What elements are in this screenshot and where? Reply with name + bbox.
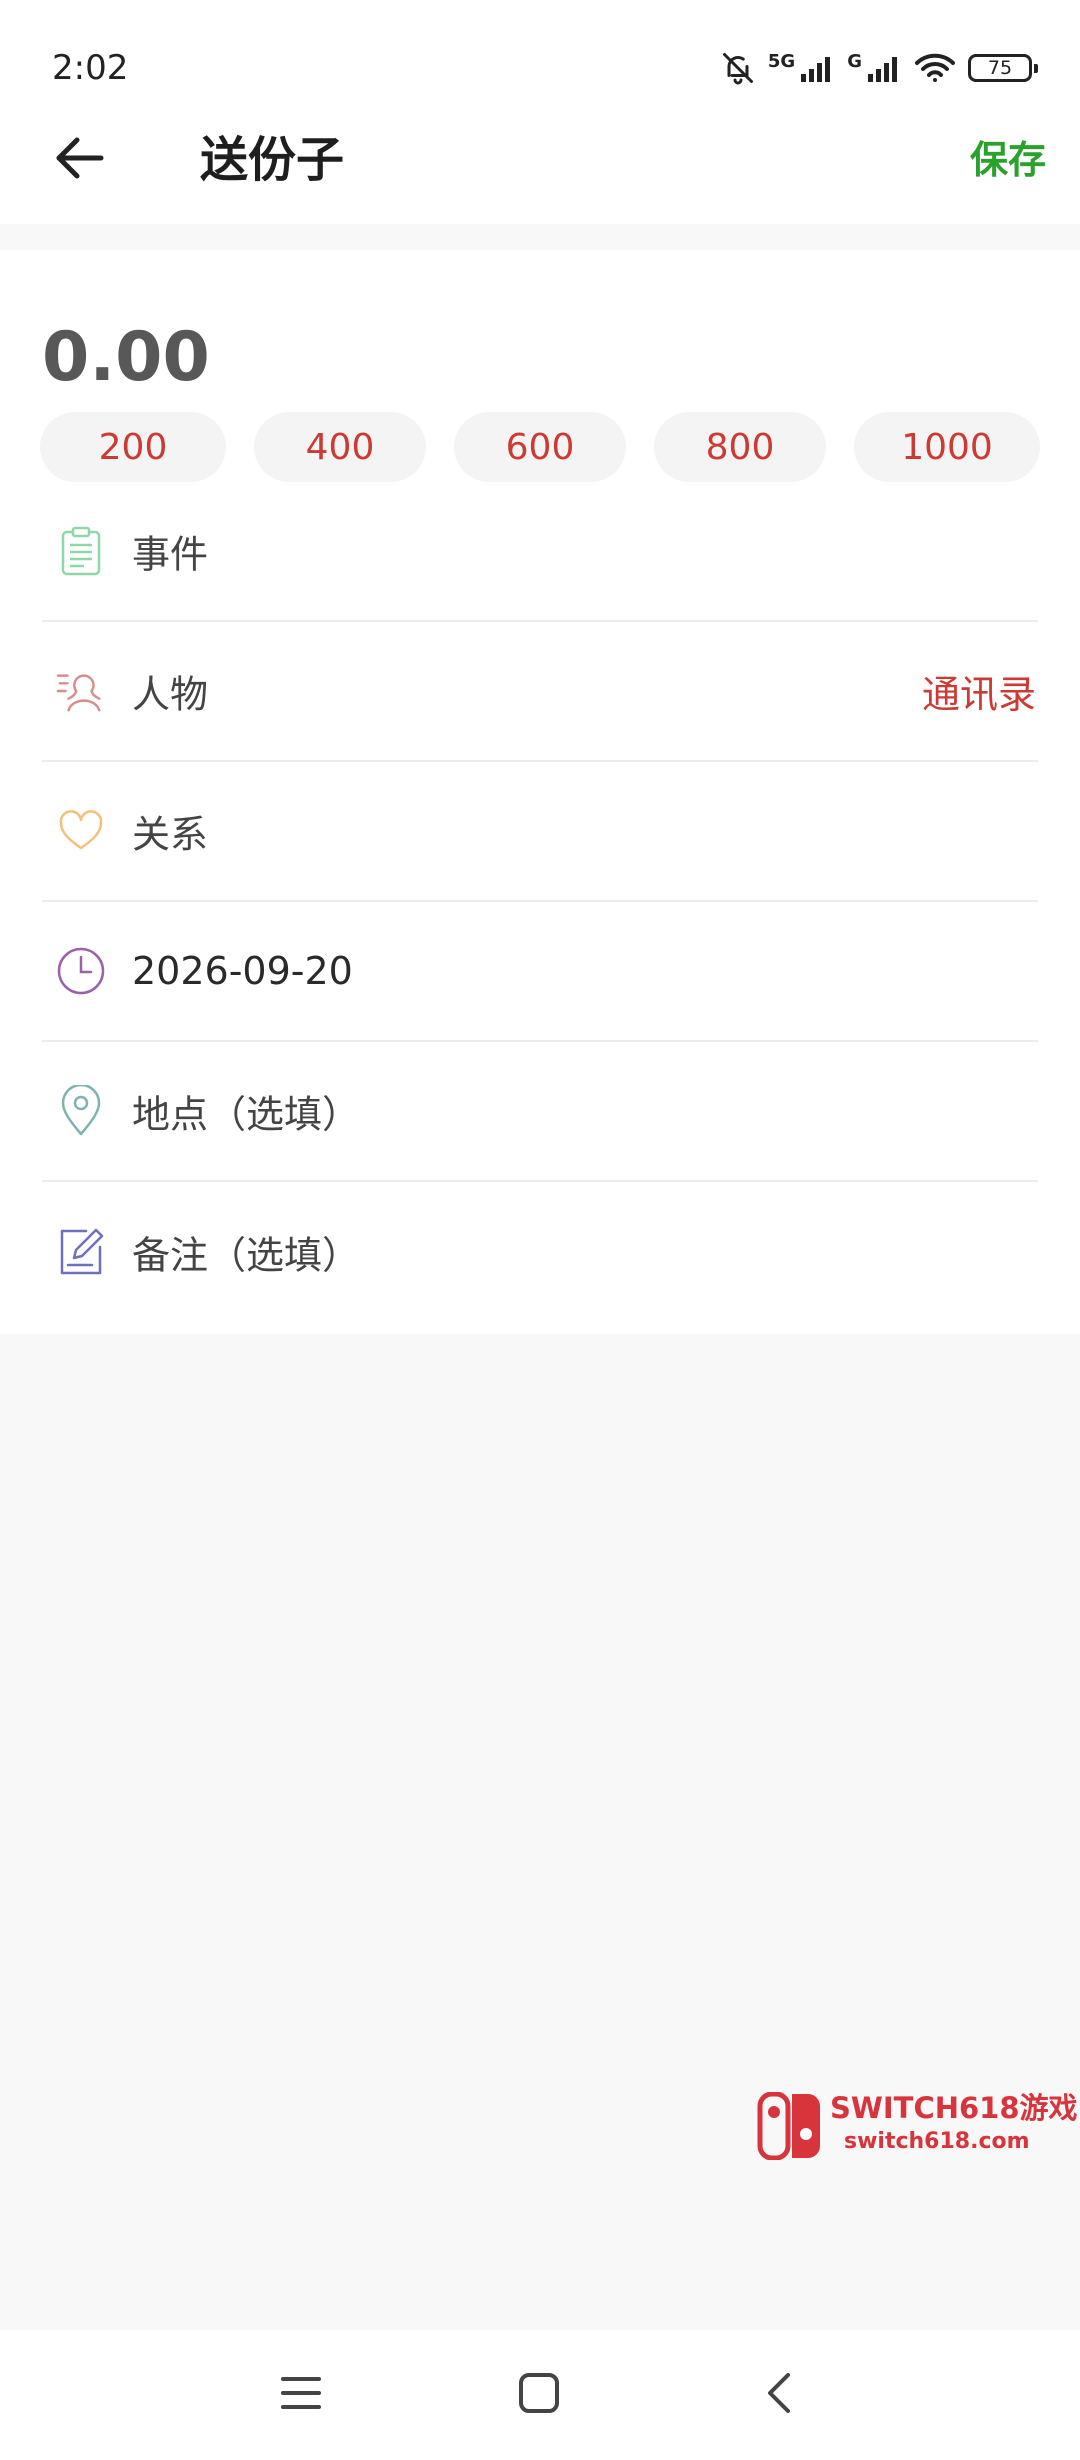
edit-note-icon: [56, 1227, 106, 1277]
system-nav-bar: [0, 2330, 1080, 2460]
amount-input[interactable]: 0.00: [42, 310, 210, 406]
date-field: 2026-09-20: [132, 949, 353, 993]
signal-1-icon: [801, 54, 835, 82]
quick-amount-chip[interactable]: 600: [454, 412, 626, 482]
event-row[interactable]: 事件: [42, 482, 1038, 622]
signal-2-label: G: [847, 50, 862, 72]
recent-apps-button[interactable]: [266, 2360, 336, 2430]
location-row[interactable]: 地点（选填）: [42, 1042, 1038, 1182]
quick-amount-chip[interactable]: 800: [654, 412, 826, 482]
home-button[interactable]: [504, 2360, 574, 2430]
wifi-icon: [914, 52, 956, 84]
quick-amount-chip[interactable]: 400: [254, 412, 426, 482]
arrow-left-icon: [55, 136, 105, 184]
mute-bell-icon: [720, 50, 756, 86]
note-row[interactable]: 备注（选填）: [42, 1182, 1038, 1322]
relation-field: 关系: [132, 812, 209, 857]
clipboard-icon: [56, 526, 106, 576]
event-field: 事件: [132, 532, 209, 577]
nav-back-button[interactable]: [744, 2360, 814, 2430]
relation-row[interactable]: 关系: [42, 762, 1038, 902]
person-row[interactable]: 人物 通讯录: [42, 622, 1038, 762]
location-pin-icon: [56, 1085, 106, 1136]
location-field: 地点（选填）: [132, 1092, 361, 1137]
chevron-left-icon: [764, 2371, 794, 2419]
page: 2:02 5G G 75 送份子 保存 0.00 200 400 600 800…: [0, 0, 1080, 2460]
signal-2-icon: [868, 54, 902, 82]
person-icon: [56, 666, 106, 716]
form-card: 0.00 200 400 600 800 1000 事件 人物 通讯录 关系 2…: [0, 250, 1080, 1334]
battery-icon: 75: [968, 54, 1038, 82]
status-bar: 2:02 5G G 75: [0, 0, 1080, 100]
clock-icon: [56, 946, 106, 996]
watermark: SWITCH618游戏 switch618.com: [756, 2090, 1078, 2161]
app-header: 送份子 保存: [0, 100, 1080, 224]
back-button[interactable]: [40, 120, 120, 200]
date-row[interactable]: 2026-09-20: [42, 902, 1038, 1042]
square-icon: [518, 2372, 560, 2418]
status-icons: 5G G 75: [720, 44, 1038, 92]
signal-1-label: 5G: [767, 50, 796, 72]
page-title: 送份子: [200, 132, 345, 188]
person-field: 人物: [132, 672, 209, 717]
heart-icon: [56, 806, 106, 856]
save-button[interactable]: 保存: [970, 130, 1046, 190]
switch-logo-icon: [756, 2091, 824, 2161]
quick-amount-chip[interactable]: 200: [40, 412, 226, 482]
watermark-url: switch618.com: [844, 2129, 1030, 2154]
quick-amount-chip[interactable]: 1000: [854, 412, 1040, 482]
menu-icon: [280, 2375, 322, 2415]
contacts-button[interactable]: 通讯录: [922, 664, 1036, 719]
watermark-title: SWITCH618游戏: [830, 2091, 1078, 2125]
status-time: 2:02: [52, 48, 129, 88]
note-field: 备注（选填）: [132, 1233, 361, 1278]
